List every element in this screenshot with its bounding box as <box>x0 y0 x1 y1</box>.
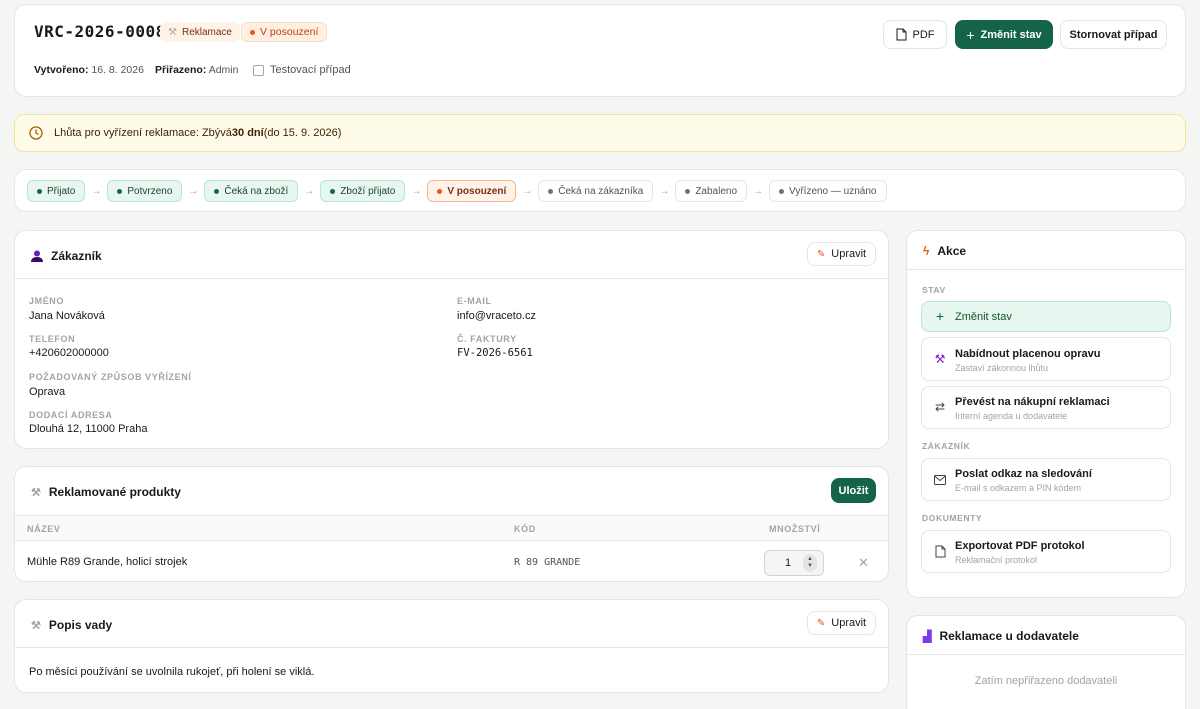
defect-description: Po měsíci používání se uvolnila rukojeť,… <box>29 666 315 678</box>
step-arrow-icon: → <box>753 185 764 197</box>
factory-icon: ▟ <box>923 630 932 643</box>
customer-card: Zákazník ✎ Upravit JMÉNO Jana Nováková E… <box>14 230 889 449</box>
change-status-button[interactable]: + Změnit stav <box>955 20 1053 49</box>
actions-title: ϟ Akce <box>923 244 967 258</box>
progress-step: Zabaleno <box>675 180 748 202</box>
products-card: ⚒ Reklamované produkty Uložit NÁZEV KÓD … <box>14 466 889 582</box>
pencil-icon: ✎ <box>816 248 826 260</box>
progress-step: Zboží přijato <box>320 180 406 202</box>
quantity-stepper[interactable]: 1 ▲ ▼ <box>764 550 824 576</box>
step-arrow-icon: → <box>91 185 102 197</box>
delivery-address: Dlouhá 12, 11000 Praha <box>29 423 148 435</box>
status-badge: V posouzení <box>241 22 328 42</box>
remove-product-icon[interactable]: ✕ <box>858 555 869 571</box>
progress-step: Čeká na zákazníka <box>538 180 654 202</box>
progress-step: V posouzení <box>427 180 517 202</box>
progress-step: Vyřízeno — uznáno <box>769 180 887 202</box>
convert-action[interactable]: ⇄ Převést na nákupní reklamaci Interní a… <box>921 386 1171 429</box>
header-card: VRC-2026-0008 ⚒ Reklamace V posouzení Vy… <box>14 4 1186 97</box>
wrench-icon: ⚒ <box>31 619 41 632</box>
defect-title: ⚒ Popis vady <box>31 618 113 632</box>
table-header: NÁZEV KÓD MNOŽSTVÍ <box>15 515 888 541</box>
mail-icon <box>933 473 947 487</box>
step-arrow-icon: → <box>411 185 422 197</box>
chevron-up-icon[interactable]: ▲ <box>807 556 813 563</box>
send-link-action[interactable]: Poslat odkaz na sledování E-mail s odkaz… <box>921 458 1171 501</box>
pdf-button[interactable]: PDF <box>883 20 947 49</box>
swap-arrows-icon: ⇄ <box>934 400 946 414</box>
progress-steps: Přijato → Potvrzeno → Čeká na zboží → Zboží př… <box>14 169 1186 212</box>
edit-customer-button[interactable]: ✎ Upravit <box>807 242 876 266</box>
created-info: Vytvořeno: 16. 8. 2026 <box>34 64 144 76</box>
customer-title: Zákazník <box>31 249 102 263</box>
table-row: Mühle R89 Grande, holicí strojek R 89 GR… <box>15 542 888 582</box>
supplier-card: ▟ Reklamace u dodavatele Zatím nepřiřaze… <box>906 615 1186 709</box>
progress-step: Potvrzeno <box>107 180 183 202</box>
export-pdf-action[interactable]: Exportovat PDF protokol Reklamační proto… <box>921 530 1171 573</box>
customer-name: Jana Nováková <box>29 310 105 322</box>
product-code: R 89 GRANDE <box>514 557 581 568</box>
plus-icon: + <box>966 26 975 43</box>
case-id: VRC-2026-0008 <box>34 22 166 41</box>
defect-card: ⚒ Popis vady ✎ Upravit Po měsíci používá… <box>14 599 889 693</box>
pencil-icon: ✎ <box>816 617 826 629</box>
step-arrow-icon: → <box>522 185 533 197</box>
test-case-checkbox[interactable]: Testovací případ <box>253 64 351 76</box>
products-title: ⚒ Reklamované produkty <box>31 485 181 499</box>
supplier-title: ▟ Reklamace u dodavatele <box>923 629 1079 643</box>
resolution-method: Oprava <box>29 386 66 398</box>
step-arrow-icon: → <box>188 185 199 197</box>
invoice-number: FV-2026-6561 <box>457 347 533 359</box>
supplier-empty-state: Zatím nepřiřazeno dodavateli <box>974 675 1118 687</box>
document-icon <box>933 544 947 558</box>
paid-repair-action[interactable]: ⚒ Nabídnout placenou opravu Zastaví záko… <box>921 337 1171 381</box>
edit-defect-button[interactable]: ✎ Upravit <box>807 611 876 635</box>
document-icon <box>896 28 906 41</box>
assigned-info: Přiřazeno: Admin <box>155 64 239 76</box>
plus-icon: + <box>935 308 945 324</box>
cancel-case-button[interactable]: Stornovat případ <box>1060 20 1167 49</box>
clock-icon <box>29 126 43 140</box>
actions-card: ϟ Akce STAV + Změnit stav ⚒ Nabídnout pl… <box>906 230 1186 598</box>
type-badge: ⚒ Reklamace <box>160 22 240 42</box>
deadline-banner: Lhůta pro vyřízení reklamace: Zbývá 30 d… <box>14 114 1186 152</box>
change-status-action[interactable]: + Změnit stav <box>921 301 1171 332</box>
wrench-icon: ⚒ <box>31 486 41 499</box>
lightning-icon: ϟ <box>923 244 930 258</box>
product-name: Mühle R89 Grande, holicí strojek <box>27 556 188 568</box>
customer-email: info@vraceto.cz <box>457 310 537 322</box>
user-icon <box>31 250 43 262</box>
chevron-down-icon[interactable]: ▼ <box>807 563 813 570</box>
progress-step: Přijato <box>27 180 86 202</box>
customer-phone: +420602000000 <box>29 347 109 359</box>
step-arrow-icon: → <box>304 185 315 197</box>
wrench-icon: ⚒ <box>168 26 177 38</box>
wrench-icon: ⚒ <box>934 352 946 366</box>
step-arrow-icon: → <box>659 185 670 197</box>
progress-step: Čeká na zboží <box>204 180 299 202</box>
save-products-button[interactable]: Uložit <box>831 478 876 503</box>
